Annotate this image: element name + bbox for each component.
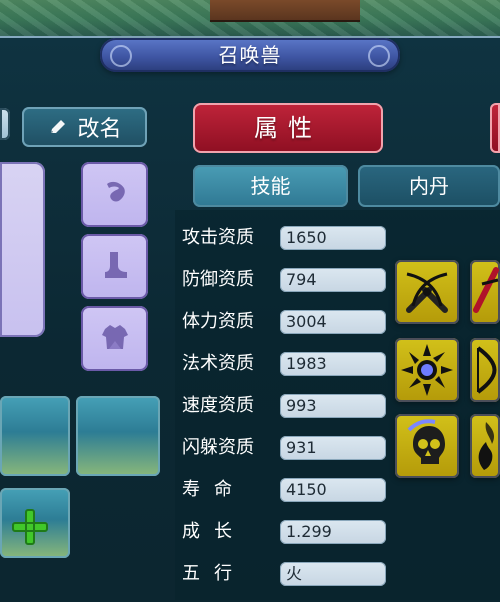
skill-slot[interactable] bbox=[395, 338, 459, 402]
stat-value: 1650 bbox=[280, 226, 386, 250]
stat-label: 寿命 bbox=[182, 479, 246, 500]
skill-slot[interactable] bbox=[470, 338, 500, 402]
stat-value: 火 bbox=[280, 562, 386, 586]
skill-slot[interactable] bbox=[395, 414, 459, 478]
plus-icon bbox=[7, 504, 53, 554]
tab-skills[interactable]: 技能 bbox=[193, 165, 348, 207]
stat-row-defense-aptitude: 防御资质 794 bbox=[182, 266, 392, 294]
stat-value: 1983 bbox=[280, 352, 386, 376]
stat-label: 攻击资质 bbox=[182, 227, 254, 248]
stat-value: 1.299 bbox=[280, 520, 386, 544]
stat-row-stamina-aptitude: 体力资质 3004 bbox=[182, 308, 392, 336]
armor-icon bbox=[95, 317, 135, 361]
tab-inner-core[interactable]: 内丹 bbox=[358, 165, 500, 207]
rename-label: 改名 bbox=[77, 117, 122, 142]
skill-slot[interactable] bbox=[395, 260, 459, 324]
skill-grid bbox=[395, 260, 500, 490]
equip-slot-armor[interactable] bbox=[81, 306, 148, 371]
stat-row-attack-aptitude: 攻击资质 1650 bbox=[182, 224, 392, 252]
stat-row-growth: 成长 1.299 bbox=[182, 518, 392, 546]
stat-label: 速度资质 bbox=[182, 395, 254, 416]
stat-row-magic-aptitude: 法术资质 1983 bbox=[182, 350, 392, 378]
boot-icon bbox=[96, 246, 134, 288]
stat-label: 成长 bbox=[182, 521, 246, 542]
stat-value: 3004 bbox=[280, 310, 386, 334]
stat-row-dodge-aptitude: 闪躲资质 931 bbox=[182, 434, 392, 462]
skill-slot[interactable] bbox=[470, 260, 500, 324]
add-button[interactable] bbox=[0, 500, 60, 558]
stat-row-five-elements: 五行 火 bbox=[182, 560, 392, 588]
stat-label: 体力资质 bbox=[182, 311, 254, 332]
skill-slot[interactable] bbox=[470, 414, 500, 478]
stat-row-speed-aptitude: 速度资质 993 bbox=[182, 392, 392, 420]
equip-slot-horn[interactable] bbox=[81, 162, 148, 227]
stat-value: 993 bbox=[280, 394, 386, 418]
window-title: 召唤兽 bbox=[218, 43, 282, 67]
window-title-bar: 召唤兽 bbox=[100, 38, 400, 72]
right-red-tab-edge[interactable] bbox=[490, 103, 500, 153]
tab-attributes[interactable]: 属性 bbox=[193, 103, 383, 153]
stat-value: 4150 bbox=[280, 478, 386, 502]
equip-slot-boots[interactable] bbox=[81, 234, 148, 299]
rename-button[interactable]: 改名 bbox=[22, 107, 147, 147]
stat-label: 五行 bbox=[182, 563, 246, 584]
pet-portrait-frame bbox=[0, 162, 45, 337]
pencil-icon bbox=[47, 116, 69, 138]
scene-roof bbox=[210, 0, 360, 22]
left-side-stub bbox=[0, 108, 10, 140]
stat-label: 法术资质 bbox=[182, 353, 254, 374]
stat-value: 794 bbox=[280, 268, 386, 292]
stat-row-lifespan: 寿命 4150 bbox=[182, 476, 392, 504]
stat-label: 闪躲资质 bbox=[182, 437, 254, 458]
stat-value: 931 bbox=[280, 436, 386, 460]
pet-info-tile-2 bbox=[76, 396, 160, 476]
stat-label: 防御资质 bbox=[182, 269, 254, 290]
pet-info-tile-1 bbox=[0, 396, 70, 476]
horn-icon bbox=[96, 174, 134, 216]
